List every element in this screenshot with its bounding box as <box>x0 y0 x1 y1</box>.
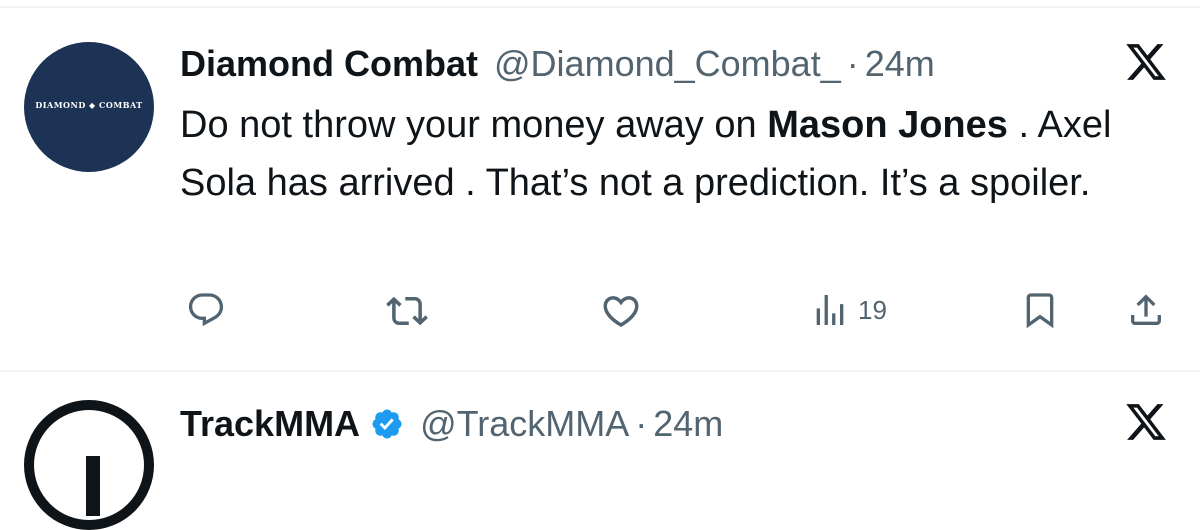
user-handle[interactable]: @TrackMMA <box>420 403 629 445</box>
retweet-icon <box>386 296 428 326</box>
separator-dot: · <box>846 43 859 84</box>
reply-button[interactable] <box>186 290 226 330</box>
verified-badge-icon <box>372 409 402 439</box>
tweet-header: Diamond Combat @Diamond_Combat_ · 24m <box>180 42 935 86</box>
tweet[interactable]: DIAMOND ◆ COMBAT Diamond Combat @Diamond… <box>0 0 1200 368</box>
user-handle[interactable]: @Diamond_Combat_ <box>494 43 841 85</box>
display-name[interactable]: Diamond Combat <box>180 43 478 85</box>
x-logo-icon[interactable] <box>1124 400 1168 444</box>
separator-dot: · <box>635 403 648 444</box>
like-button[interactable] <box>600 290 642 332</box>
tweet-text: Do not throw your money away on Mason Jo… <box>180 96 1170 212</box>
views-count: 19 <box>858 294 887 325</box>
tweet-text-part: Do not throw your money away on <box>180 104 768 146</box>
avatar-logo-text: DIAMOND ◆ COMBAT <box>35 100 143 110</box>
tweet-header: TrackMMA @TrackMMA · 24m <box>180 402 723 446</box>
reply-icon <box>188 293 224 327</box>
avatar-logo-mark <box>86 456 100 516</box>
action-bar: 19 <box>0 288 1200 334</box>
x-logo-icon[interactable] <box>1124 40 1168 84</box>
mention-mason-jones: Mason Jones <box>767 104 1008 146</box>
bookmark-button[interactable] <box>1020 290 1060 330</box>
timestamp[interactable]: 24m <box>865 43 935 85</box>
timestamp[interactable]: 24m <box>653 403 723 445</box>
avatar[interactable] <box>24 400 154 530</box>
tweet[interactable]: TrackMMA @TrackMMA · 24m <box>0 372 1200 530</box>
bookmark-icon <box>1026 293 1054 329</box>
views-icon <box>816 295 844 325</box>
heart-icon <box>603 296 639 328</box>
retweet-button[interactable] <box>386 290 428 332</box>
share-icon <box>1131 294 1161 325</box>
views-button[interactable]: 19 <box>810 290 887 330</box>
share-button[interactable] <box>1126 290 1166 330</box>
display-name[interactable]: TrackMMA <box>180 403 360 445</box>
avatar[interactable]: DIAMOND ◆ COMBAT <box>24 42 154 172</box>
